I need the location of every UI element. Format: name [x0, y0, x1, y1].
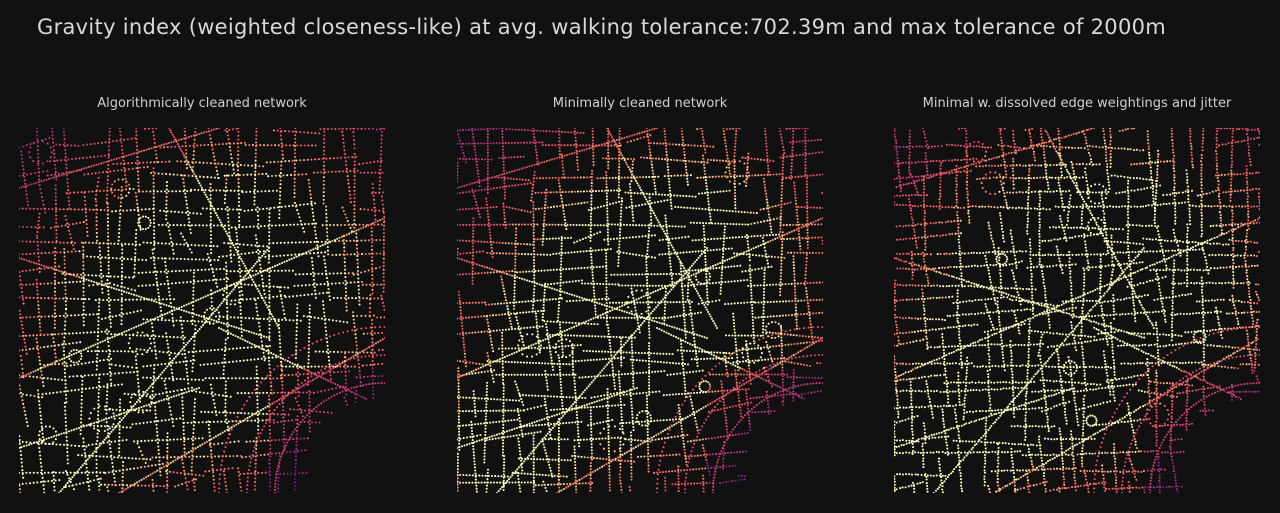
network-map-dissolved-jitter [894, 128, 1260, 493]
map-panel-algorithmic: Algorithmically cleaned network [19, 96, 385, 494]
panel-title-dissolved-jitter: Minimal w. dissolved edge weightings and… [922, 96, 1232, 111]
panel-title-algorithmic: Algorithmically cleaned network [97, 96, 307, 111]
network-map-algorithmic [19, 128, 385, 493]
figure-title: Gravity index (weighted closeness-like) … [37, 15, 1167, 39]
panel-title-minimal: Minimally cleaned network [552, 96, 728, 111]
map-panel-minimal: Minimally cleaned network [457, 96, 823, 494]
network-map-minimal [457, 128, 823, 493]
map-panel-dissolved-jitter: Minimal w. dissolved edge weightings and… [894, 96, 1260, 494]
